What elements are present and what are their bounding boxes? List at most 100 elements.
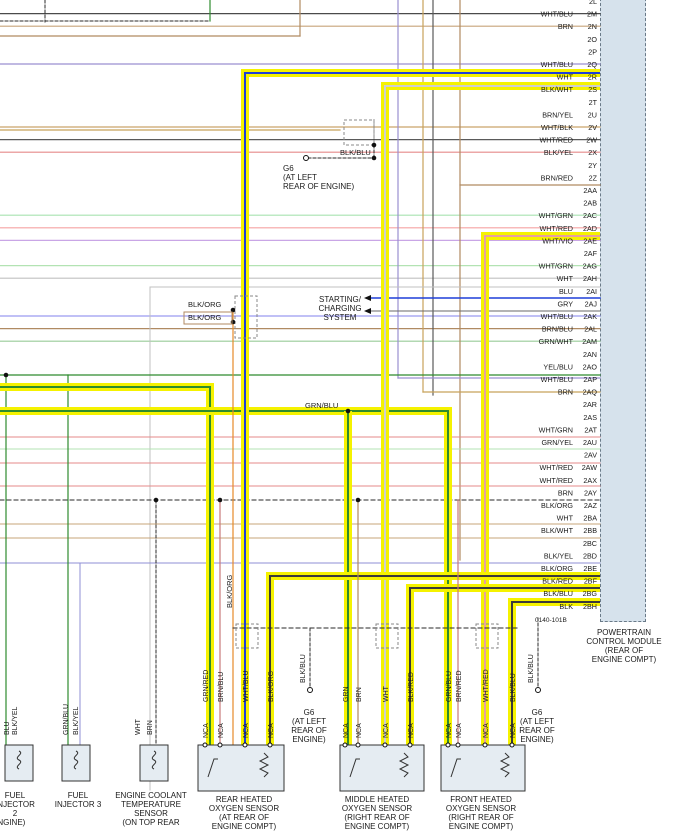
front-sensor-wire-label: WHT/RED [483, 669, 490, 702]
pin-number: 2AT [584, 425, 597, 434]
pin-wire-color: BLK/RED [542, 577, 573, 586]
pin-number: 2BC [583, 539, 597, 548]
terminal-pin [267, 742, 273, 748]
splice-dot [217, 497, 223, 503]
pin-wire-color: BRN/YEL [542, 110, 573, 119]
rear-sensor-wire-label: BLK/ORG [268, 671, 275, 702]
pin-number: 2AQ [583, 388, 598, 397]
pin-number: 2AE [583, 236, 597, 245]
injector-3-wire-label: GRN/BLU [63, 704, 70, 735]
pin-number: 2AD [583, 224, 597, 233]
splice-label: BLK/ORG [188, 313, 222, 322]
pin-wire-color: WHT/BLU [541, 10, 573, 19]
pin-number: 2AA [583, 186, 597, 195]
terminal-pin [217, 742, 223, 748]
injector-3-caption: FUEL INJECTOR 3 [54, 791, 102, 809]
terminal-pin [482, 742, 488, 748]
pin-number: 2AO [583, 362, 598, 371]
pin-number: 2AU [583, 438, 597, 447]
pin-number: 2BH [583, 602, 597, 611]
pin-wire-color: BRN/BLU [542, 325, 573, 334]
pin-number: 2AY [584, 488, 597, 497]
pin-wire-color: BLK/YEL [544, 551, 573, 560]
front-sensor-ground-caption: G6 (AT LEFT REAR OF ENGINE) [519, 708, 555, 744]
splice-dot [3, 372, 9, 378]
pin-number: 2AS [583, 413, 597, 422]
blk-red-wire [409, 587, 600, 745]
injector-2-wire-label: BLK/YEL [12, 706, 19, 735]
pin-wire-color: WHT/RED [539, 476, 573, 485]
pin-wire-color: BLK/YEL [544, 148, 573, 157]
middle-sensor-wire-label: WHT [383, 685, 390, 702]
middle-sensor-nca-label: NCA [356, 723, 363, 738]
front-sensor-wire-label: BLK/BLU [510, 673, 517, 702]
pin-number: 2V [588, 123, 597, 132]
pin-wire-color: GRN/YEL [541, 438, 573, 447]
pin-number: 2M [587, 10, 597, 19]
pin-wire-color: GRN/WHT [539, 337, 574, 346]
pin-number: 2AJ [585, 299, 598, 308]
ect-sensor-body [139, 744, 169, 782]
pin-wire-color: WHT/BLK [541, 123, 573, 132]
splice-dot [153, 497, 159, 503]
wiring-canvas: GRN/BLU BLK/BLU BLK/ORG BLK/ORG BLK/ORG BLK/B… [0, 0, 601, 792]
pin-number: 2L [589, 0, 597, 6]
pin-number: 2N [588, 22, 597, 31]
pin-wire-color: WHT/BLU [541, 60, 573, 69]
middle-sensor-wire-label: BLK/RED [408, 672, 415, 702]
rear-sensor-caption: REAR HEATED OXYGEN SENSOR (AT REAR OF EN… [208, 795, 280, 831]
pin-wire-color: BLU [559, 287, 573, 296]
pin-number: 2AH [583, 274, 597, 283]
pin-number: 2T [589, 98, 598, 107]
pcm-connector-code: 0140-101B [535, 617, 567, 624]
shared-wire-label: GRN/BLU [305, 401, 338, 410]
ect-wire-label: WHT [135, 718, 142, 735]
front-sensor-nca-label: NCA [483, 723, 490, 738]
front-sensor-caption: FRONT HEATED OXYGEN SENSOR (RIGHT REAR O… [445, 795, 517, 831]
left-edge-label: ENGINE) [0, 818, 26, 827]
terminal-pin [455, 742, 461, 748]
terminal-pin [242, 742, 248, 748]
pin-wire-color: BLK/ORG [541, 501, 573, 510]
pin-number: 2AP [583, 375, 597, 384]
pin-wire-color: WHT/BLU [541, 312, 573, 321]
pin-number: 2BF [584, 577, 598, 586]
terminal-pin [382, 742, 388, 748]
front-sensor-wire-label: GRN/BLU [446, 671, 453, 702]
ect-wire-label: BRN [147, 720, 154, 735]
front-sensor-nca-label: NCA [456, 723, 463, 738]
injector-3-wire-label: BLK/YEL [73, 706, 80, 735]
pin-wire-color: BRN/RED [541, 173, 573, 182]
pin-number: 2AR [583, 400, 597, 409]
terminal-pin [355, 742, 361, 748]
starting-charging-caption: STARTING/ CHARGING SYSTEM [318, 295, 362, 322]
pin-number: 2O [587, 35, 597, 44]
pin-wire-color: BLK/WHT [541, 526, 574, 535]
pin-wire-color: WHT [557, 274, 574, 283]
pin-number: 2AF [584, 249, 598, 258]
pin-wire-color: WHT/RED [539, 136, 573, 145]
pin-number: 2X [588, 148, 597, 157]
pin-wire-color: BRN [558, 488, 573, 497]
pin-number: 2BG [583, 589, 598, 598]
injector-3-body [61, 744, 91, 782]
pin-wire-color: WHT/RED [539, 463, 573, 472]
rear-sensor-wire-label: GRN/RED [203, 670, 210, 702]
pin-wire-color: WHT/GRN [539, 211, 573, 220]
pin-wire-color: WHT/BLU [541, 375, 573, 384]
middle-sensor-nca-label: NCA [343, 723, 350, 738]
middle-sensor-wire-label: GRN [343, 686, 350, 702]
ground-top-label: BLK/BLU [340, 148, 371, 157]
pin-wire-color: WHT/RED [539, 224, 573, 233]
pin-wire-color: GRY [558, 299, 574, 308]
ground-g6-top-caption: G6 (AT LEFT REAR OF ENGINE) [283, 164, 355, 191]
rear-sensor-nca-label: NCA [203, 723, 210, 738]
splice-label: BLK/ORG [188, 300, 222, 309]
rear-sensor-ground-caption: G6 (AT LEFT REAR OF ENGINE) [291, 708, 327, 744]
pin-number: 2Q [587, 60, 597, 69]
pin-number: 2W [586, 136, 597, 145]
front-sensor-nca-label: NCA [446, 723, 453, 738]
pin-wire-color: YEL/BLU [543, 362, 573, 371]
pin-wire-color: BLK/ORG [541, 564, 573, 573]
ground-g6-icon [303, 155, 309, 161]
